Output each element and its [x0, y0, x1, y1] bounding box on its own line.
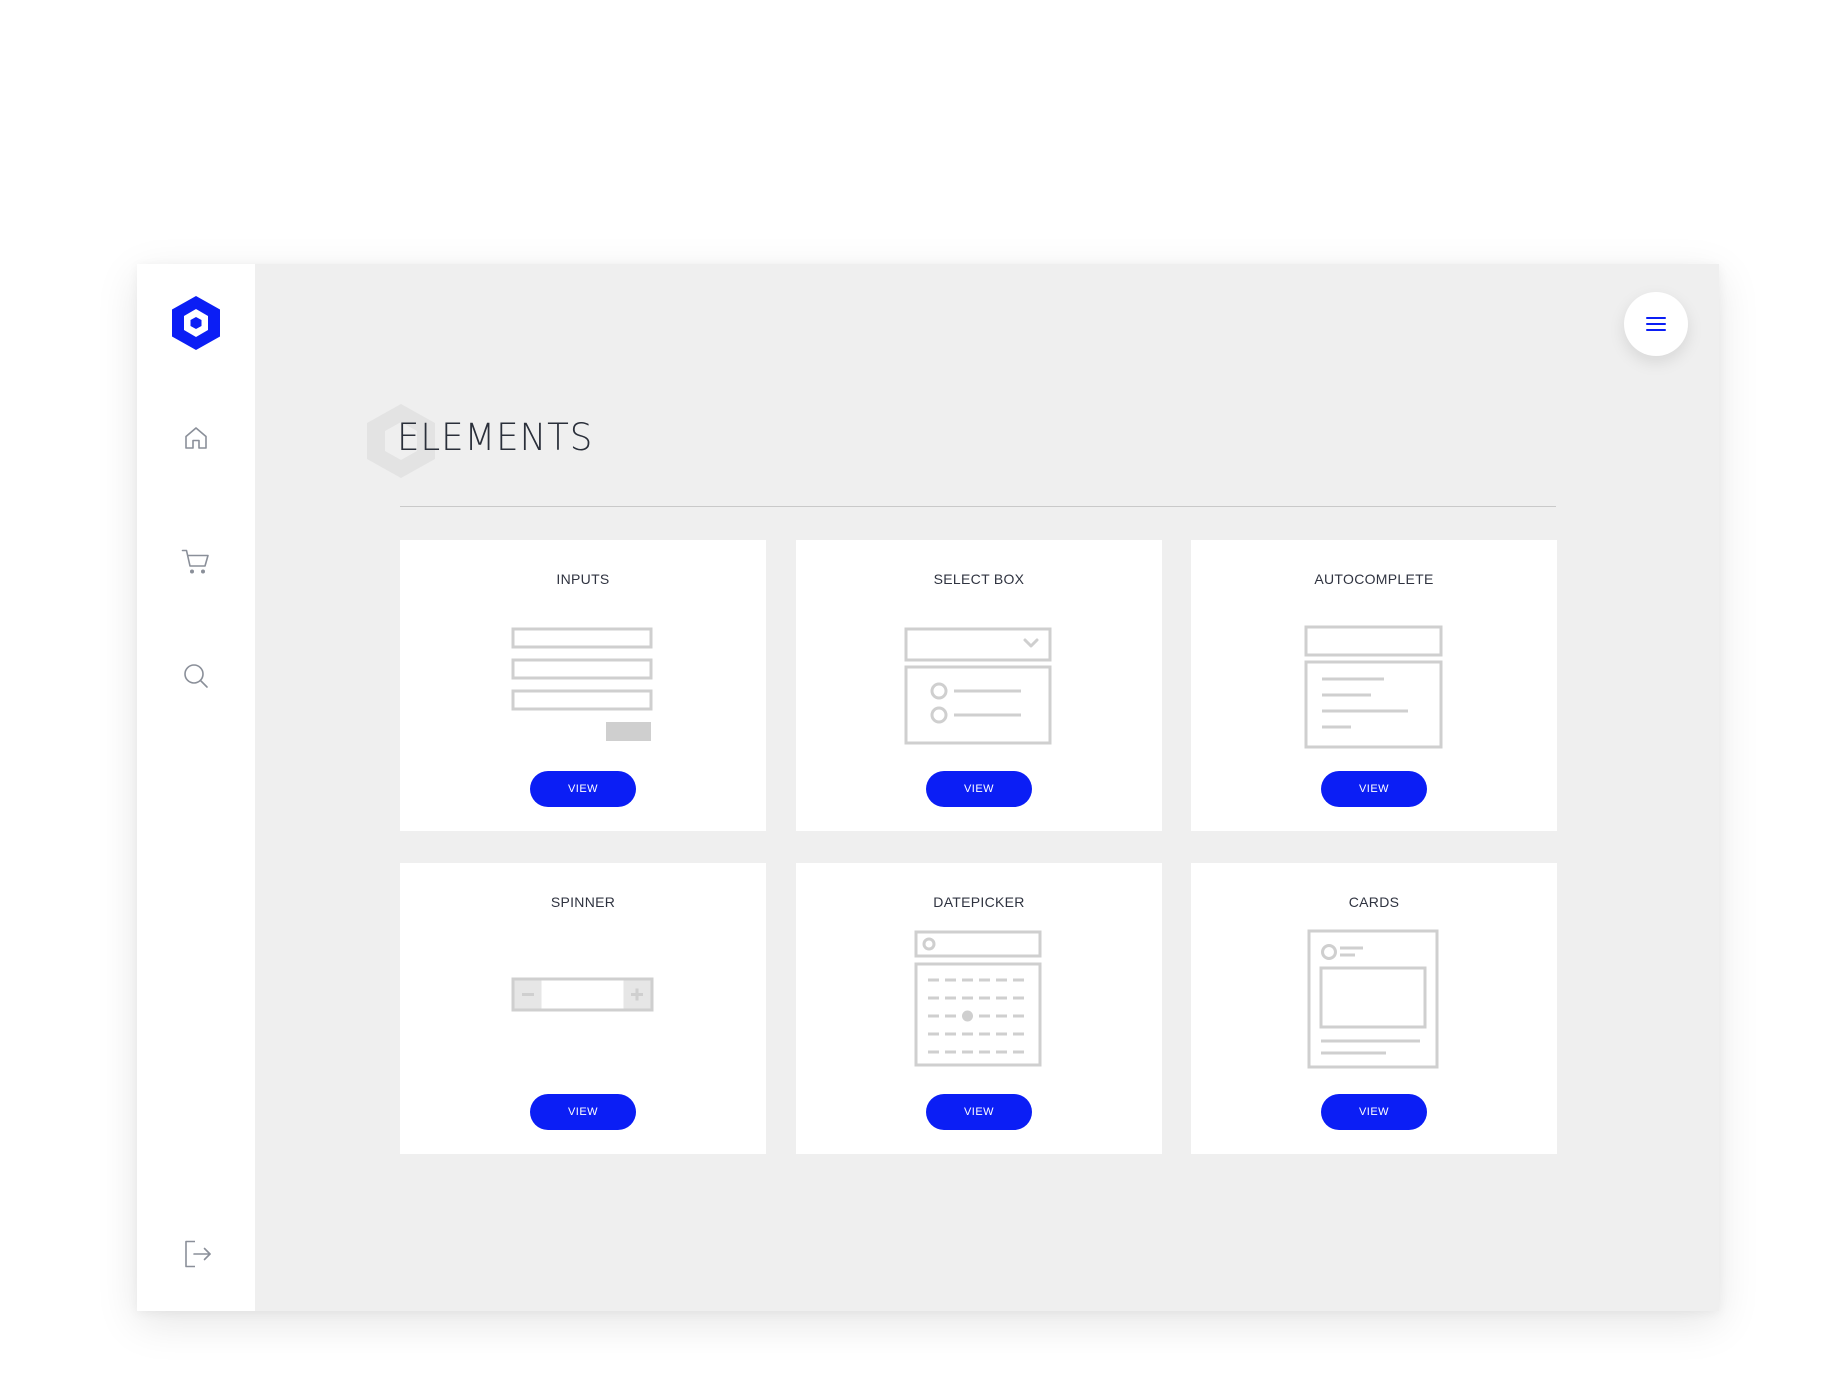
- card-title: SELECT BOX: [933, 571, 1025, 587]
- view-autocomplete-button[interactable]: VIEW: [1321, 771, 1427, 807]
- logout-button[interactable]: [174, 1230, 222, 1278]
- hexagon-logo-icon: [169, 294, 223, 352]
- card-title: AUTOCOMPLETE: [1314, 571, 1434, 587]
- view-spinner-button[interactable]: VIEW: [530, 1094, 636, 1130]
- inputs-wireframe-icon: [400, 627, 766, 745]
- sidebar-item-cart[interactable]: [172, 538, 220, 586]
- card-cards: CARDS VIEW: [1191, 863, 1557, 1154]
- menu-button[interactable]: [1624, 292, 1688, 356]
- view-cards-button[interactable]: VIEW: [1321, 1094, 1427, 1130]
- app-window: ELEMENTS INPUTS VIEW SELECT BOX VIEW AUT…: [137, 264, 1719, 1311]
- view-datepicker-button[interactable]: VIEW: [926, 1094, 1032, 1130]
- sidebar: [137, 264, 255, 1311]
- select-box-wireframe-icon: [796, 627, 1162, 747]
- card-inputs: INPUTS VIEW: [400, 540, 766, 831]
- search-icon: [184, 664, 208, 688]
- card-title: DATEPICKER: [933, 894, 1025, 910]
- datepicker-wireframe-icon: [796, 930, 1162, 1070]
- card-title: SPINNER: [550, 894, 616, 910]
- page-title: ELEMENTS: [397, 416, 594, 459]
- view-select-box-button[interactable]: VIEW: [926, 771, 1032, 807]
- sidebar-item-search[interactable]: [172, 652, 220, 700]
- home-icon: [185, 427, 207, 449]
- card-spinner: SPINNER VIEW: [400, 863, 766, 1154]
- card-autocomplete: AUTOCOMPLETE VIEW: [1191, 540, 1557, 831]
- card-title: INPUTS: [556, 571, 610, 587]
- view-inputs-button[interactable]: VIEW: [530, 771, 636, 807]
- cart-icon: [181, 549, 209, 574]
- title-divider: [400, 506, 1556, 507]
- card-select-box: SELECT BOX VIEW: [796, 540, 1162, 831]
- autocomplete-wireframe-icon: [1191, 625, 1557, 750]
- cards-wireframe-icon: [1191, 929, 1557, 1071]
- hamburger-menu-icon: [1646, 317, 1666, 331]
- card-datepicker: DATEPICKER VIEW: [796, 863, 1162, 1154]
- sidebar-item-home[interactable]: [172, 414, 220, 462]
- spinner-wireframe-icon: [400, 977, 766, 1015]
- card-title: CARDS: [1348, 894, 1400, 910]
- logout-icon: [185, 1240, 211, 1268]
